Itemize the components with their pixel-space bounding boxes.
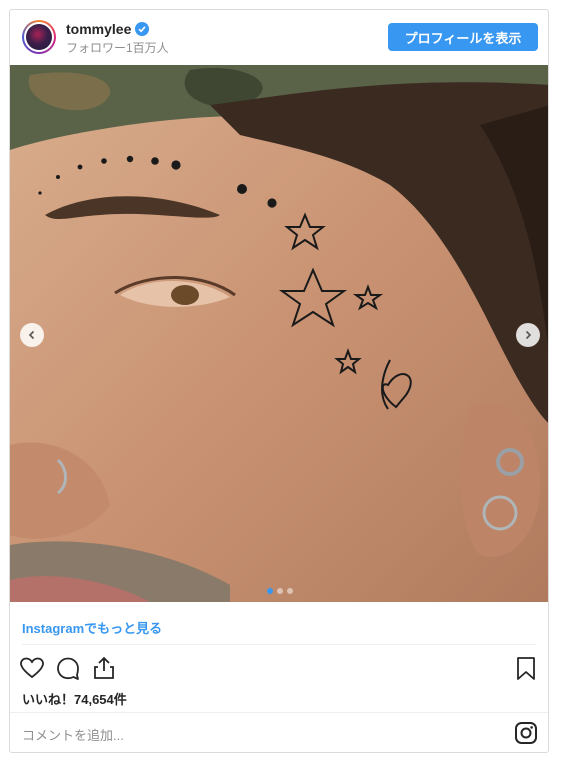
post-photo[interactable] (10, 65, 548, 602)
action-bar (10, 650, 548, 686)
carousel-indicator (267, 588, 293, 594)
add-comment-input[interactable]: コメントを追加... (22, 722, 502, 746)
instagram-embed-card: tommylee フォロワー1百万人 プロフィールを表示 Instagramでも… (9, 9, 549, 753)
like-count[interactable]: いいね！74,654件 (22, 689, 127, 708)
verified-badge-icon (135, 22, 150, 36)
username-row: tommylee (66, 21, 150, 37)
bookmark-icon[interactable] (512, 654, 540, 682)
view-more-on-instagram-link[interactable]: Instagramでもっと見る (22, 618, 162, 637)
carousel-dot (267, 588, 273, 594)
avatar[interactable] (22, 20, 56, 54)
carousel-dot (277, 588, 283, 594)
heart-icon[interactable] (18, 654, 46, 682)
view-profile-button[interactable]: プロフィールを表示 (388, 23, 538, 51)
divider (22, 644, 536, 645)
follower-count: フォロワー1百万人 (66, 41, 169, 55)
instagram-icon[interactable] (514, 721, 538, 745)
previous-photo-button[interactable] (20, 323, 44, 347)
username-link[interactable]: tommylee (66, 21, 131, 37)
post-header: tommylee フォロワー1百万人 プロフィールを表示 (10, 10, 548, 66)
carousel-dot (287, 588, 293, 594)
next-photo-button[interactable] (516, 323, 540, 347)
share-icon[interactable] (90, 654, 118, 682)
comment-icon[interactable] (54, 654, 82, 682)
chevron-left-icon (28, 330, 35, 340)
chevron-right-icon (525, 330, 532, 340)
divider (10, 712, 548, 713)
face-tattoo-photo (10, 65, 548, 602)
